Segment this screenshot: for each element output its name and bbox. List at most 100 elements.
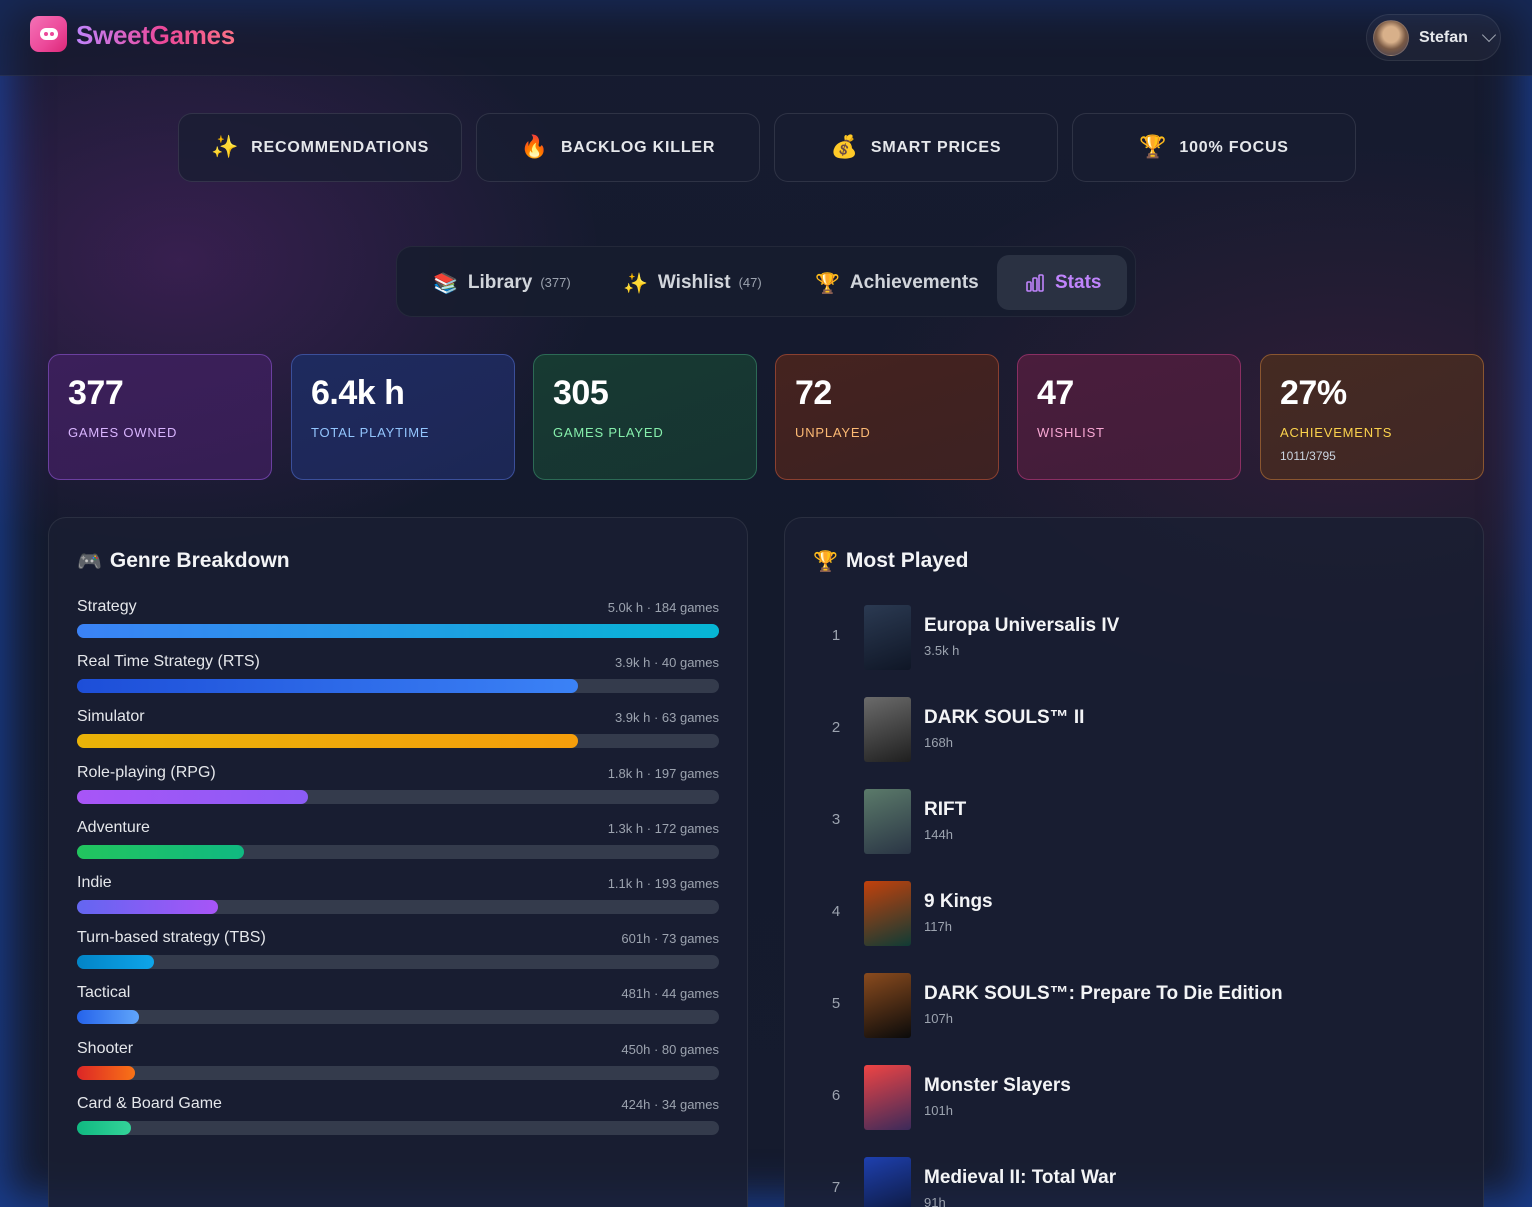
most-played-item[interactable]: 6 Monster Slayers 101h — [815, 1065, 1455, 1131]
genre-name: Real Time Strategy (RTS) — [77, 653, 260, 671]
user-name: Stefan — [1419, 28, 1468, 46]
avatar — [1373, 19, 1409, 56]
genre-breakdown-title: 🎮 Genre Breakdown — [77, 549, 290, 573]
feature-button-100-focus[interactable]: 🏆 100% FOCUS — [1072, 113, 1356, 182]
genre-bar-fill — [77, 789, 309, 804]
feature-button-backlog-killer[interactable]: 🔥 BACKLOG KILLER — [476, 113, 760, 182]
stat-label: GAMES OWNED — [68, 425, 178, 440]
most-played-item[interactable]: 5 DARK SOULS™: Prepare To Die Edition 107h — [815, 973, 1455, 1039]
trophy-icon: 🏆 — [815, 270, 840, 295]
stat-card-unplayed: 72 UNPLAYED — [775, 354, 999, 480]
genre-name: Shooter — [77, 1039, 134, 1057]
genre-meta: 450h · 80 games — [621, 1041, 719, 1057]
genre-bar-fill — [77, 734, 578, 749]
stat-label: GAMES PLAYED — [553, 425, 664, 440]
brand-name[interactable]: SweetGames — [76, 20, 235, 51]
game-title[interactable]: DARK SOULS™ II — [924, 707, 1084, 729]
game-title[interactable]: DARK SOULS™: Prepare To Die Edition — [924, 983, 1283, 1005]
bar-chart-icon — [1025, 273, 1045, 293]
stat-value: 72 — [795, 374, 832, 412]
game-title[interactable]: 9 Kings — [924, 891, 993, 913]
genre-bar-fill — [77, 1065, 135, 1080]
game-playtime: 117h — [924, 919, 952, 934]
stat-value: 27% — [1280, 374, 1347, 412]
game-cover-image[interactable] — [864, 1065, 911, 1130]
genre-bar-track — [77, 679, 719, 694]
stat-subvalue: 1011/3795 — [1280, 449, 1336, 463]
money-bag-icon: 💰 — [830, 135, 859, 160]
tab-label: Achievements — [849, 271, 979, 293]
genre-row: Shooter 450h · 80 games — [77, 1040, 719, 1090]
game-title[interactable]: Monster Slayers — [924, 1075, 1071, 1097]
most-played-item[interactable]: 4 9 Kings 117h — [815, 881, 1455, 947]
feature-button-recommendations[interactable]: ✨ RECOMMENDATIONS — [178, 113, 462, 182]
sparkles-icon: ✨ — [210, 135, 240, 160]
game-cover-image[interactable] — [864, 973, 911, 1038]
stat-card-wishlist: 47 WISHLIST — [1017, 354, 1241, 480]
books-icon: 📚 — [433, 270, 458, 295]
genre-row: Indie 1.1k h · 193 games — [77, 874, 719, 924]
genre-row: Strategy 5.0k h · 184 games — [77, 598, 719, 648]
genre-name: Adventure — [77, 818, 150, 836]
rank-number: 3 — [831, 811, 841, 828]
genre-bar-fill — [77, 624, 719, 638]
game-playtime: 168h — [924, 735, 953, 750]
tab-label: Wishlist — [657, 271, 731, 293]
genre-bar-track — [77, 789, 719, 804]
stat-card-games-played: 305 GAMES PLAYED — [533, 354, 757, 480]
feature-label: RECOMMENDATIONS — [251, 138, 430, 156]
sparkles-icon: ✨ — [623, 270, 648, 295]
user-menu-button[interactable]: Stefan — [1366, 14, 1501, 61]
game-title[interactable]: Europa Universalis IV — [924, 615, 1119, 637]
genre-meta: 601h · 73 games — [621, 931, 719, 947]
most-played-item[interactable]: 3 RIFT 144h — [815, 789, 1455, 855]
tab-achievements[interactable]: 🏆 Achievements — [815, 255, 979, 310]
most-played-panel: 🏆 Most Played 1 Europa Universalis IV 3.5k… — [784, 517, 1484, 1207]
game-cover-image[interactable] — [864, 881, 911, 946]
game-cover-image[interactable] — [864, 605, 911, 670]
tab-count: (377) — [540, 275, 571, 290]
game-cover-image[interactable] — [864, 789, 911, 854]
stat-label: UNPLAYED — [795, 425, 871, 440]
stat-value: 377 — [68, 374, 124, 412]
logo-icon[interactable] — [30, 16, 67, 52]
feature-button-smart-prices[interactable]: 💰 SMART PRICES — [774, 113, 1058, 182]
genre-name: Strategy — [77, 598, 137, 615]
genre-bar-track — [77, 1065, 719, 1080]
most-played-item[interactable]: 2 DARK SOULS™ II 168h — [815, 697, 1455, 763]
game-playtime: 3.5k h — [924, 643, 960, 658]
stat-value: 47 — [1037, 374, 1074, 412]
stat-card-games-owned: 377 GAMES OWNED — [48, 354, 272, 480]
top-header: SweetGames Stefan — [0, 0, 1532, 76]
genre-meta: 424h · 34 games — [621, 1096, 719, 1112]
game-playtime: 107h — [924, 1011, 953, 1026]
game-cover-image[interactable] — [864, 697, 911, 762]
genre-bar-fill — [77, 679, 578, 694]
tab-wishlist[interactable]: ✨ Wishlist (47) — [623, 255, 762, 310]
genre-name: Card & Board Game — [77, 1094, 222, 1112]
fire-icon: 🔥 — [520, 135, 549, 160]
main-tabs: 📚 Library (377) ✨ Wishlist (47) 🏆 Achievements S… — [396, 246, 1136, 317]
app-root: SweetGames Stefan ✨ RECOMMENDATIONS 🔥 BACKL… — [0, 0, 1532, 1207]
genre-name: Simulator — [77, 708, 145, 726]
game-title[interactable]: RIFT — [924, 799, 966, 821]
genre-meta: 5.0k h · 184 games — [607, 600, 719, 615]
most-played-item[interactable]: 1 Europa Universalis IV 3.5k h — [815, 605, 1455, 671]
feature-label: SMART PRICES — [870, 138, 1002, 156]
stat-value: 305 — [553, 374, 609, 412]
game-cover-image[interactable] — [864, 1157, 911, 1207]
most-played-item[interactable]: 7 Medieval II: Total War 91h — [815, 1157, 1455, 1207]
rank-number: 2 — [831, 719, 841, 736]
genre-meta: 481h · 44 games — [621, 986, 719, 1002]
tab-library[interactable]: 📚 Library (377) — [433, 255, 571, 310]
tab-stats[interactable]: Stats — [997, 255, 1128, 310]
stat-value: 6.4k h — [311, 374, 405, 412]
rank-number: 4 — [831, 903, 841, 920]
genre-row: Adventure 1.3k h · 172 games — [77, 819, 719, 869]
game-playtime: 101h — [924, 1103, 953, 1118]
feature-label: 100% FOCUS — [1179, 138, 1289, 156]
game-title[interactable]: Medieval II: Total War — [924, 1167, 1116, 1189]
stat-card-achievements: 27% ACHIEVEMENTS 1011/3795 — [1260, 354, 1484, 480]
genre-meta: 3.9k h · 63 games — [614, 710, 719, 726]
tab-count: (47) — [738, 275, 762, 290]
